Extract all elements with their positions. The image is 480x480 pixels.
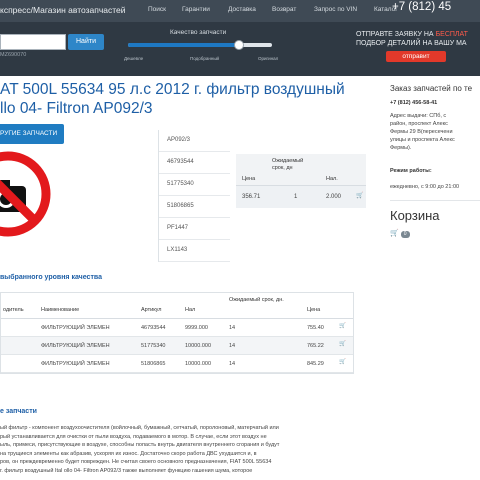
article-item[interactable]: 51775340 — [159, 174, 230, 196]
cell-stock: 10000.000 — [185, 361, 211, 367]
cart-icon[interactable]: 🛒 — [390, 230, 399, 237]
description-title: е запчасти — [0, 408, 37, 415]
description-line: рый устанавливается для очистки от пыли … — [0, 433, 267, 440]
cell-stock: 9999.000 — [185, 325, 208, 331]
cell-name: ФИЛЬТРУЮЩИЙ ЭЛЕМЕН — [41, 361, 110, 367]
description-line: ров, он преждевременно будет поврежден. … — [0, 459, 272, 465]
add-to-cart-icon[interactable]: 🛒 — [339, 323, 346, 329]
cell-days: 14 — [229, 325, 236, 331]
hours-label: Режим работы: — [390, 168, 432, 174]
quality-section-title: выбранного уровня качества — [0, 274, 102, 281]
description-line: ыль, примеси, присутствующие в воздухе, … — [0, 442, 280, 448]
cell-name: ФИЛЬТРУЮЩИЙ ЭЛЕМЕН — [41, 343, 110, 349]
sidebar-address: Адрес выдачи: СПб, с район, проспект Але… — [390, 112, 480, 152]
quality-slider-handle[interactable] — [233, 40, 244, 50]
search-bar: Найти MZ690070 Качество запчасти Дешевле… — [0, 22, 480, 76]
cell-price: 755.40 — [307, 325, 324, 331]
sidebar-divider — [390, 200, 480, 201]
sidebar-title: Заказ запчастей по те — [390, 84, 473, 93]
price-table-header: Цена Ожидаемый срок, дн Нал. — [236, 154, 366, 186]
promo-text: ОТПРАВТЕ ЗАЯВКУ НА БЕСПЛАТ ПОДБОР ДЕТАЛИ… — [356, 30, 480, 48]
quality-slider[interactable] — [128, 40, 272, 50]
add-to-cart-icon[interactable]: 🛒 — [356, 192, 363, 199]
site-brand[interactable]: кспресс/Магазин автозапчастей — [0, 5, 126, 15]
add-to-cart-icon[interactable]: 🛒 — [339, 341, 346, 347]
promo-highlight: БЕСПЛАТ — [435, 31, 468, 38]
add-to-cart-icon[interactable]: 🛒 — [339, 359, 346, 365]
header-stock: Нал — [185, 307, 196, 313]
search-hint: MZ690070 — [0, 52, 27, 58]
basket-count-badge: 0 — [400, 231, 410, 238]
header-expected-days: Ожидаемый срок, дн — [272, 158, 304, 171]
quality-label-selected: Подобранный — [190, 56, 220, 61]
article-list: AP092/3 46793544 51775340 51806865 PF144… — [158, 130, 230, 262]
description-line: на трущиеся элементы как абразив, ускоря… — [0, 450, 257, 457]
address-line: Адрес выдачи: СПб, с — [390, 113, 447, 119]
sidebar-phone[interactable]: +7 (812) 456-58-41 — [390, 100, 437, 106]
table-row: ФИЛЬТРУЮЩИЙ ЭЛЕМЕН 46793544 9999.000 14 … — [1, 319, 353, 337]
nav-link-vin-request[interactable]: Запрос по VIN — [314, 6, 357, 13]
other-parts-button[interactable]: РУГИЕ ЗАПЧАСТИ — [0, 124, 64, 144]
cell-days: 1 — [294, 194, 298, 200]
promo-line1: ОТПРАВТЕ ЗАЯВКУ НА — [356, 31, 436, 38]
cell-days: 14 — [229, 343, 236, 349]
table-header: одитель Наименование Артикул Нал Ожидаем… — [1, 293, 353, 319]
search-button[interactable]: Найти — [68, 34, 104, 50]
cell-article: 51806865 — [141, 361, 166, 367]
nav-link-delivery[interactable]: Доставка — [228, 6, 256, 13]
page-title-line2: llo 04- Filtron AP092/3 — [0, 100, 153, 117]
cell-price: 765.22 — [307, 343, 324, 349]
article-item[interactable]: 46793544 — [159, 152, 230, 174]
cell-name: ФИЛЬТРУЮЩИЙ ЭЛЕМЕН — [41, 325, 110, 331]
page-title-line1: AT 500L 55634 95 л.с 2012 г. фильтр возд… — [0, 81, 345, 98]
promo-send-button[interactable]: отправит — [386, 51, 446, 62]
cell-days: 14 — [229, 361, 236, 367]
description-text: ый фильтр - компонент воздухоочистителя … — [0, 424, 356, 475]
nav-link-return[interactable]: Возврат — [272, 6, 296, 13]
hours-value: ежедневно, с 9:00 до 21:00 — [390, 184, 460, 190]
quality-label-cheap: Дешевле — [124, 56, 144, 61]
top-navigation-bar: кспресс/Магазин автозапчастей Поиск Гара… — [0, 0, 480, 22]
address-line: улицы и проспекта Алекс — [390, 137, 455, 143]
cell-article: 46793544 — [141, 325, 166, 331]
article-item[interactable]: AP092/3 — [159, 130, 230, 152]
cell-price: 356.71 — [242, 194, 261, 200]
description-line: ый фильтр - компонент воздухоочистителя … — [0, 425, 279, 431]
article-item[interactable]: LX1143 — [159, 240, 230, 262]
header-price: Цена — [242, 176, 256, 182]
description-line: г. фильтр воздушный Ital ollo 04- Filtro… — [0, 467, 253, 474]
page-title: AT 500L 55634 95 л.с 2012 г. фильтр возд… — [0, 80, 376, 118]
table-row: ФИЛЬТРУЮЩИЙ ЭЛЕМЕН 51806865 10000.000 14… — [1, 355, 353, 373]
header-expected-days: Ожидаемый срок, дн. — [229, 297, 284, 303]
price-table: Цена Ожидаемый срок, дн Нал. 356.71 1 2.… — [236, 154, 366, 208]
cell-stock: 10000.000 — [185, 343, 211, 349]
nav-link-search[interactable]: Поиск — [148, 6, 166, 13]
address-line: Фермы 29 В(пересечени — [390, 129, 453, 135]
nav-link-guarantees[interactable]: Гарантии — [182, 6, 210, 13]
table-row: 356.71 1 2.000 🛒 — [236, 186, 366, 208]
article-item[interactable]: PF1447 — [159, 218, 230, 240]
quality-parts-table: одитель Наименование Артикул Нал Ожидаем… — [0, 292, 354, 374]
quality-label-original: Оригинал — [258, 56, 279, 61]
header-maker: одитель — [3, 307, 24, 313]
cell-price: 845.29 — [307, 361, 324, 367]
no-photo-icon — [0, 150, 60, 250]
basket-title: Корзина — [390, 208, 440, 223]
header-name: Наименование — [41, 307, 80, 313]
search-input[interactable] — [0, 34, 66, 50]
header-stock: Нал. — [326, 176, 338, 182]
cell-stock: 2.000 — [326, 194, 342, 200]
quality-slider-title: Качество запчасти — [170, 29, 227, 36]
quality-slider-fill — [128, 43, 239, 47]
article-item[interactable]: 51806865 — [159, 196, 230, 218]
address-line: район, проспект Алекс — [390, 121, 448, 127]
header-article: Артикул — [141, 307, 162, 313]
basket-summary[interactable]: 🛒 0 — [390, 229, 410, 238]
address-line: Фермы). — [390, 145, 412, 151]
cell-article: 51775340 — [141, 343, 166, 349]
table-row: ФИЛЬТРУЮЩИЙ ЭЛЕМЕН 51775340 10000.000 14… — [1, 337, 353, 355]
header-phone[interactable]: +7 (812) 45 — [392, 1, 451, 13]
header-price: Цена — [307, 307, 321, 313]
promo-line2: ПОДБОР ДЕТАЛИЙ НА ВАШУ МА — [356, 40, 467, 47]
